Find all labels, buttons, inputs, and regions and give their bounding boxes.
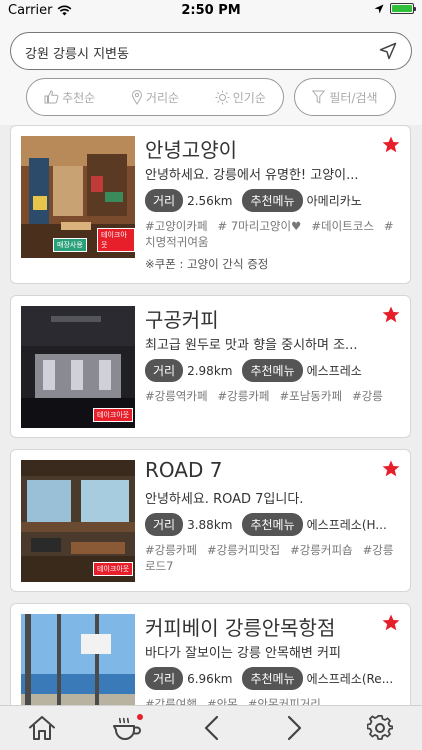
back-arrow-icon (204, 715, 219, 741)
cafe-description: 안녕하세요. 강릉에서 유명한! 고양이... (145, 168, 359, 183)
distance-value: 2.56km (187, 193, 233, 208)
menu-value: 에스프레소(H... (306, 518, 387, 532)
header: 강원 강릉시 지변동 추천순 거리순 인기순 필터/검색 (0, 22, 422, 125)
cafe-card[interactable]: 매장사용 테이크아웃 안녕고양이 안녕하세요. 강릉에서 유명한! 고양이...… (10, 125, 411, 284)
cafe-tags: #강릉여행 #안목 #안목커피거리 (145, 696, 403, 705)
tab-back[interactable] (169, 706, 253, 750)
tag: #강릉카페 (145, 543, 197, 557)
tag: #고양이카페 (145, 219, 208, 233)
cafe-thumbnail (21, 614, 135, 705)
battery-icon (390, 3, 416, 14)
filter-label: 필터/검색 (329, 90, 378, 105)
cafe-name: 커피베이 강릉안목항점 (145, 616, 336, 640)
cafe-name: 안녕고양이 (145, 138, 237, 162)
tag: #포남동카페 (279, 389, 343, 403)
cafe-tags: #강릉역카페 #강릉카페 #포남동카페 #강릉 (145, 388, 403, 404)
tab-forward[interactable] (253, 706, 337, 750)
store-use-badge: 매장사용 (53, 238, 87, 252)
menu-label: 추천메뉴 (242, 189, 303, 212)
distance-label: 거리 (145, 189, 184, 212)
sort-tab-recommend[interactable]: 추천순 (27, 79, 112, 115)
tab-settings[interactable] (338, 706, 422, 750)
tag: #데이트코스 (311, 219, 374, 233)
tab-coffee[interactable] (84, 706, 168, 750)
clock: 2:50 PM (181, 3, 241, 18)
settings-gear-icon (366, 715, 393, 740)
tag: #강릉커피맛집 (206, 543, 281, 557)
cafe-name: ROAD 7 (145, 458, 223, 482)
menu-label: 추천메뉴 (242, 667, 303, 690)
notification-dot (136, 714, 143, 720)
cafe-thumbnail: 매장사용 테이크아웃 (21, 136, 135, 258)
cafe-list: 매장사용 테이크아웃 안녕고양이 안녕하세요. 강릉에서 유명한! 고양이...… (0, 125, 422, 705)
filter-icon (312, 90, 326, 104)
distance-label: 거리 (145, 359, 184, 382)
distance-value: 2.98km (187, 363, 233, 378)
favorite-star-icon[interactable] (382, 136, 400, 153)
filter-search-button[interactable]: 필터/검색 (294, 78, 396, 116)
status-bar: Carrier 2:50 PM (0, 0, 422, 22)
cafe-thumbnail: 테이크아웃 (21, 306, 135, 428)
tag: #안목커피거리 (247, 697, 321, 705)
cafe-thumbnail: 테이크아웃 (21, 460, 135, 582)
menu-label: 추천메뉴 (242, 513, 303, 536)
cafe-name: 구공커피 (145, 308, 219, 332)
cafe-meta: 거리 2.98km 추천메뉴 에스프레소 (145, 359, 362, 382)
location-arrow-icon (374, 4, 384, 13)
forward-arrow-icon (288, 715, 302, 741)
sort-filter-row: 추천순 거리순 인기순 필터/검색 (0, 78, 422, 118)
thumbs-up-icon (44, 90, 59, 104)
tag: #강릉역카페 (145, 389, 208, 403)
tag: #강릉커피숍 (290, 543, 353, 557)
coupon-text: ※쿠폰 : 고양이 간식 증정 (145, 257, 269, 271)
cafe-meta: 거리 6.96km 추천메뉴 에스프레소(Re... (145, 667, 393, 690)
tag: #강릉카페 (217, 389, 270, 403)
current-location-text: 강원 강릉시 지변동 (25, 47, 129, 62)
favorite-star-icon[interactable] (382, 614, 400, 631)
takeout-badge: 테이크아웃 (93, 408, 134, 422)
tag: #안목 (206, 697, 238, 705)
cafe-meta: 거리 2.56km 추천메뉴 아메리카노 (145, 189, 362, 212)
cafe-card[interactable]: 테이크아웃 구공커피 최고급 원두로 맛과 향을 중시하며 조... 거리 2.… (10, 295, 411, 438)
home-icon (29, 716, 56, 740)
tag: #강릉여행 (145, 697, 197, 705)
sort-segment: 추천순 거리순 인기순 (26, 78, 284, 116)
tag: #강릉 (352, 389, 383, 403)
location-search-bar[interactable]: 강원 강릉시 지변동 (10, 32, 412, 70)
cafe-card[interactable]: 테이크아웃 ROAD 7 안녕하세요. ROAD 7입니다. 거리 3.88km… (10, 449, 411, 592)
sort-tab-popular[interactable]: 인기순 (198, 79, 283, 115)
sort-tab-label: 인기순 (232, 90, 266, 105)
favorite-star-icon[interactable] (382, 306, 400, 323)
favorite-star-icon[interactable] (382, 460, 400, 477)
sort-tab-label: 거리순 (145, 90, 180, 105)
bottom-tab-bar (0, 705, 422, 750)
distance-label: 거리 (145, 667, 184, 690)
location-pin-icon (131, 89, 142, 105)
cafe-card[interactable]: 커피베이 강릉안목항점 바다가 잘보이는 강릉 안목해변 커피 거리 6.96k… (10, 603, 411, 705)
menu-value: 에스프레소 (306, 364, 362, 378)
distance-value: 3.88km (187, 517, 233, 532)
sun-icon (215, 90, 230, 104)
navigation-arrow-icon[interactable] (379, 42, 397, 60)
tag: # 7마리고양이♥ (217, 219, 302, 233)
cafe-tags: #강릉카페 #강릉커피맛집 #강릉커피숍 #강릉로드7 (145, 542, 403, 574)
cafe-description: 안녕하세요. ROAD 7입니다. (145, 492, 304, 507)
distance-label: 거리 (145, 513, 184, 536)
cafe-tags: #고양이카페 # 7마리고양이♥ #데이트코스 #치명적귀여움 (145, 218, 403, 250)
menu-value: 아메리카노 (306, 194, 362, 208)
sort-tab-label: 추천순 (62, 90, 96, 105)
cafe-description: 바다가 잘보이는 강릉 안목해변 커피 (145, 646, 341, 661)
cafe-meta: 거리 3.88km 추천메뉴 에스프레소(H... (145, 513, 387, 536)
sort-tab-distance[interactable]: 거리순 (112, 79, 197, 115)
menu-value: 에스프레소(Re... (306, 672, 394, 686)
distance-value: 6.96km (187, 671, 233, 686)
takeout-badge: 테이크아웃 (93, 562, 134, 576)
takeout-badge: 테이크아웃 (97, 228, 135, 252)
coffee-cup-icon (112, 717, 141, 740)
cafe-description: 최고급 원두로 맛과 향을 중시하며 조... (145, 338, 358, 353)
tab-home[interactable] (0, 706, 84, 750)
menu-label: 추천메뉴 (242, 359, 303, 382)
